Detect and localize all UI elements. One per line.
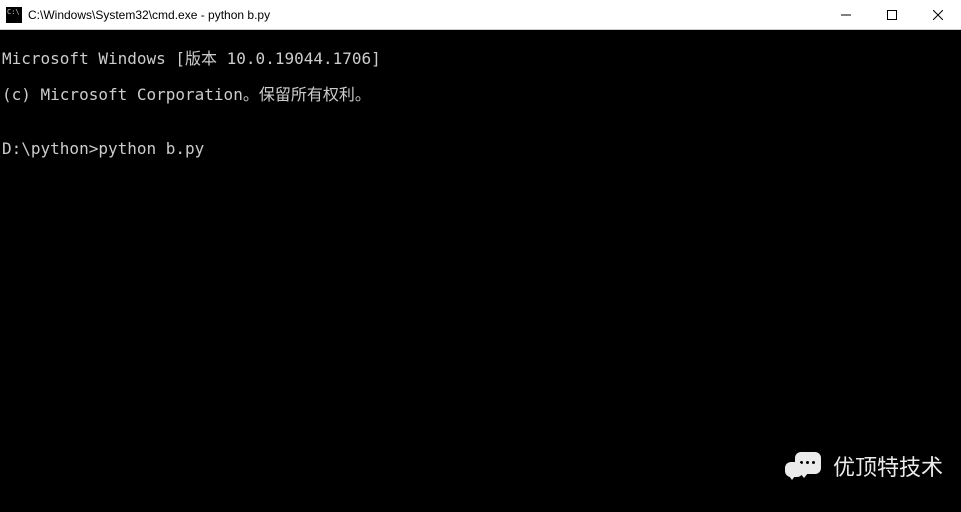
terminal-command: python b.py [98,139,204,158]
terminal-output-line: (c) Microsoft Corporation。保留所有权利。 [2,86,959,104]
terminal-prompt: D:\python> [2,139,98,158]
terminal-prompt-line: D:\python>python b.py [2,140,959,158]
wechat-icon [783,450,823,482]
window-controls [823,0,961,29]
maximize-button[interactable] [869,0,915,30]
window-titlebar: C:\Windows\System32\cmd.exe - python b.p… [0,0,961,30]
watermark: 优顶特技术 [783,450,943,482]
watermark-text: 优顶特技术 [833,450,943,482]
close-button[interactable] [915,0,961,30]
cmd-icon [6,7,22,23]
window-title: C:\Windows\System32\cmd.exe - python b.p… [28,8,823,22]
terminal-output-line: Microsoft Windows [版本 10.0.19044.1706] [2,50,959,68]
terminal-area[interactable]: Microsoft Windows [版本 10.0.19044.1706] (… [0,30,961,512]
minimize-button[interactable] [823,0,869,30]
